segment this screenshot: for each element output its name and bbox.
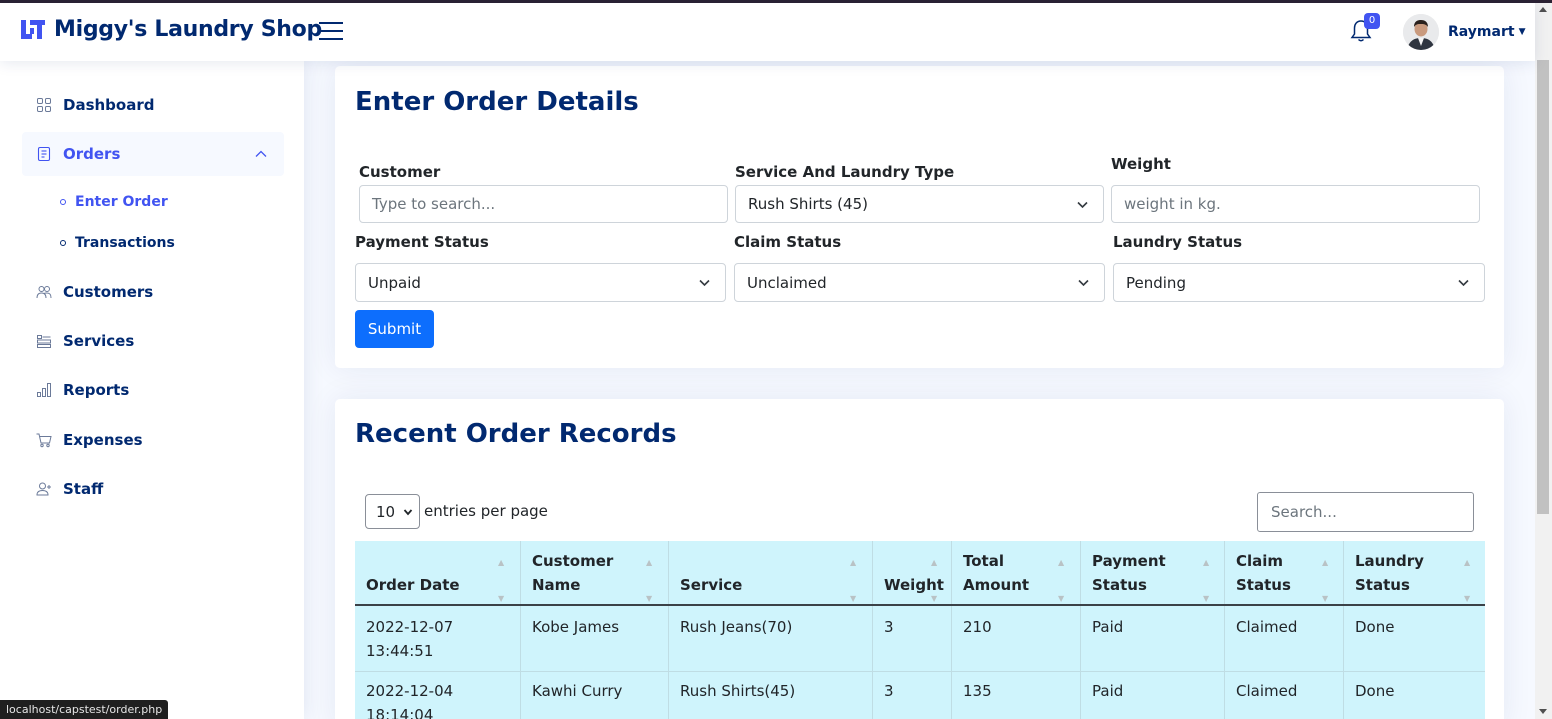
chevron-down-icon bbox=[699, 279, 710, 287]
cell-order-date: 2022-12-04 bbox=[366, 682, 454, 700]
submit-button[interactable]: Submit bbox=[355, 310, 434, 348]
per-page-label: entries per page bbox=[424, 502, 548, 520]
column-header-total-amount[interactable]: Total Amount ▲ ▼ bbox=[952, 541, 1080, 605]
customer-search-input[interactable]: Type to search... bbox=[359, 185, 728, 223]
chevron-down-icon bbox=[1077, 201, 1088, 209]
scroll-up-icon[interactable] bbox=[1539, 7, 1547, 12]
cell-order-time: 13:44:51 bbox=[366, 642, 434, 660]
people-icon bbox=[36, 286, 52, 299]
sidebar: Dashboard Orders Enter Order Transaction… bbox=[0, 61, 304, 719]
cell-laundry: Done bbox=[1355, 682, 1395, 700]
claim-selected-value: Unclaimed bbox=[747, 273, 827, 292]
profile-dropdown[interactable]: Raymart ▼ bbox=[1403, 14, 1525, 50]
column-header-order-date[interactable]: Order Date ▲ ▼ bbox=[355, 541, 520, 605]
cell-customer: Kawhi Curry bbox=[532, 682, 623, 700]
cell-payment: Paid bbox=[1092, 618, 1124, 636]
caret-down-icon: ▼ bbox=[1518, 27, 1526, 37]
notification-badge: 0 bbox=[1364, 13, 1380, 29]
column-header-customer-name[interactable]: Customer Name ▲ ▼ bbox=[521, 541, 668, 605]
layers-icon bbox=[37, 335, 51, 348]
weight-label: Weight bbox=[1111, 155, 1171, 173]
column-header-laundry-status[interactable]: Laundry Status ▲ ▼ bbox=[1344, 541, 1485, 605]
sidebar-item-services[interactable]: Services bbox=[22, 319, 284, 363]
per-page-value: 10 bbox=[376, 502, 396, 521]
notification-bell[interactable]: 0 bbox=[1350, 13, 1380, 45]
cell-weight: 3 bbox=[884, 618, 894, 636]
cell-service: Rush Shirts(45) bbox=[680, 682, 796, 700]
cell-weight: 3 bbox=[884, 682, 894, 700]
browser-status-url: localhost/capstest/order.php bbox=[0, 700, 169, 719]
claim-status-select[interactable]: Unclaimed bbox=[734, 263, 1105, 302]
service-label: Service And Laundry Type bbox=[735, 163, 955, 181]
cell-customer: Kobe James bbox=[532, 618, 620, 636]
sidebar-item-orders[interactable]: Orders bbox=[22, 132, 284, 176]
chevron-down-icon bbox=[1078, 279, 1089, 287]
records-table: Order Date ▲ ▼ Customer Name ▲ ▼ Service ▲… bbox=[355, 541, 1485, 719]
sidebar-item-label: Reports bbox=[63, 381, 130, 399]
order-form-title: Enter Order Details bbox=[355, 87, 639, 117]
payment-status-select[interactable]: Unpaid bbox=[355, 263, 726, 302]
scroll-down-icon[interactable] bbox=[1539, 709, 1547, 714]
journal-icon bbox=[37, 146, 51, 162]
service-selected-value: Rush Shirts (45) bbox=[748, 195, 868, 213]
sidebar-item-label: Staff bbox=[63, 480, 104, 498]
chevron-up-icon bbox=[255, 150, 267, 157]
cell-order-date: 2022-12-07 bbox=[366, 618, 454, 636]
bar-chart-icon bbox=[37, 383, 51, 397]
brand-logo[interactable]: Miggy's Laundry Shop bbox=[20, 16, 322, 42]
cell-payment: Paid bbox=[1092, 682, 1124, 700]
top-header: Miggy's Laundry Shop 0 Raymart ▼ bbox=[0, 3, 1535, 61]
cart-icon bbox=[36, 433, 52, 448]
laundry-status-label: Laundry Status bbox=[1113, 233, 1243, 251]
person-add-icon bbox=[36, 482, 51, 496]
sidebar-item-staff[interactable]: Staff bbox=[22, 467, 284, 511]
logo-icon bbox=[21, 20, 45, 39]
chevron-down-icon bbox=[1458, 279, 1469, 287]
cell-total: 135 bbox=[963, 682, 992, 700]
page-scrollbar[interactable] bbox=[1535, 3, 1552, 719]
sidebar-item-label: Expenses bbox=[63, 431, 143, 449]
sidebar-item-label: Customers bbox=[63, 283, 154, 301]
avatar bbox=[1403, 14, 1439, 50]
chevron-down-icon bbox=[403, 509, 413, 516]
records-title: Recent Order Records bbox=[355, 419, 677, 449]
column-header-service[interactable]: Service ▲ ▼ bbox=[669, 541, 872, 605]
weight-input[interactable]: weight in kg. bbox=[1111, 185, 1480, 223]
profile-name: Raymart bbox=[1448, 24, 1515, 40]
column-header-weight[interactable]: Weight ▲ ▼ bbox=[873, 541, 951, 605]
grid-icon bbox=[37, 98, 51, 112]
sidebar-item-dashboard[interactable]: Dashboard bbox=[22, 83, 284, 127]
menu-toggle-icon[interactable] bbox=[319, 22, 343, 42]
column-header-payment-status[interactable]: Payment Status ▲ ▼ bbox=[1081, 541, 1224, 605]
sidebar-item-customers[interactable]: Customers bbox=[22, 270, 284, 314]
circle-icon bbox=[60, 199, 66, 205]
circle-icon bbox=[60, 240, 66, 246]
sidebar-item-reports[interactable]: Reports bbox=[22, 368, 284, 412]
claim-status-label: Claim Status bbox=[734, 233, 842, 251]
sidebar-subitem-transactions[interactable]: Transactions bbox=[60, 235, 175, 251]
scroll-thumb[interactable] bbox=[1537, 60, 1549, 514]
sidebar-item-expenses[interactable]: Expenses bbox=[22, 418, 284, 462]
payment-status-label: Payment Status bbox=[355, 233, 489, 251]
cell-order-time: 18:14:04 bbox=[366, 706, 434, 719]
cell-laundry: Done bbox=[1355, 618, 1395, 636]
sidebar-subitem-enter-order[interactable]: Enter Order bbox=[60, 194, 168, 210]
cell-total: 210 bbox=[963, 618, 992, 636]
laundry-selected-value: Pending bbox=[1126, 273, 1186, 292]
cell-service: Rush Jeans(70) bbox=[680, 618, 793, 636]
table-search-input[interactable]: Search... bbox=[1257, 492, 1474, 532]
cell-claim: Claimed bbox=[1236, 682, 1298, 700]
customer-label: Customer bbox=[359, 163, 441, 181]
sidebar-item-label: Orders bbox=[63, 145, 121, 163]
sidebar-item-label: Dashboard bbox=[63, 96, 155, 114]
column-header-claim-status[interactable]: Claim Status ▲ ▼ bbox=[1225, 541, 1343, 605]
sidebar-item-label: Services bbox=[63, 332, 135, 350]
payment-selected-value: Unpaid bbox=[368, 273, 421, 292]
brand-title: Miggy's Laundry Shop bbox=[54, 16, 322, 42]
service-select[interactable]: Rush Shirts (45) bbox=[735, 185, 1104, 223]
cell-claim: Claimed bbox=[1236, 618, 1298, 636]
laundry-status-select[interactable]: Pending bbox=[1113, 263, 1485, 302]
entries-per-page-select[interactable]: 10 bbox=[365, 494, 420, 529]
